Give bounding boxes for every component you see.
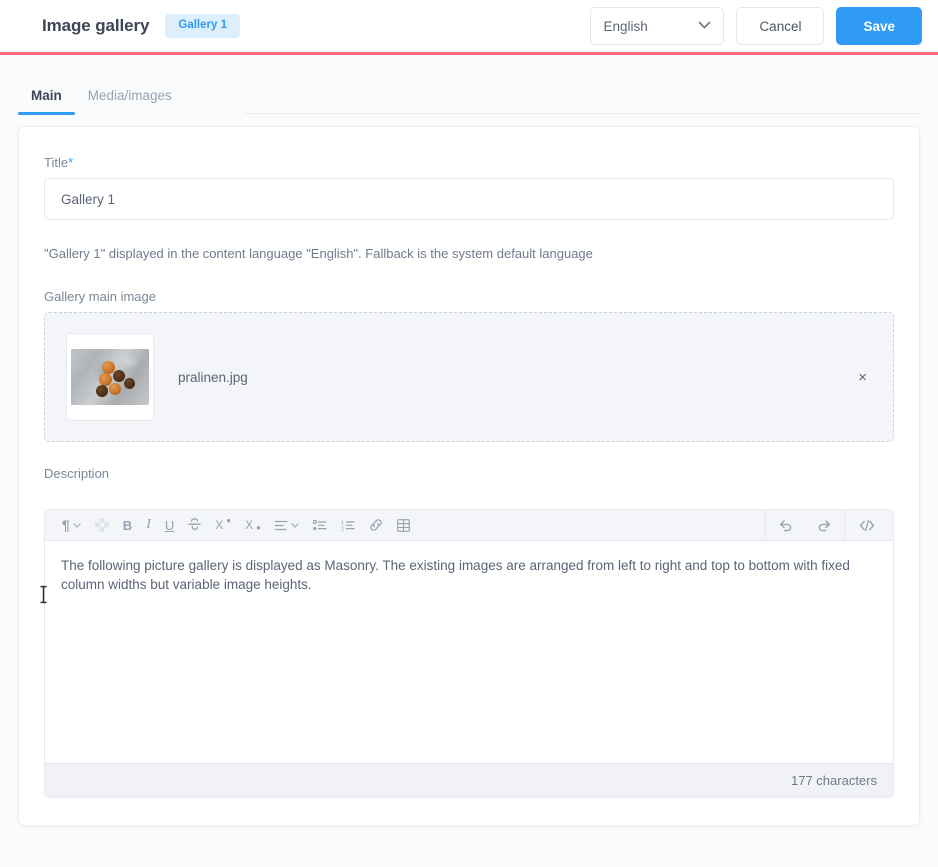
page-header: Image gallery Gallery 1 English Cancel S… [0,0,938,52]
chevron-down-icon [698,20,711,32]
superscript-icon[interactable]: X ● [208,517,238,532]
cancel-button[interactable]: Cancel [736,7,825,45]
header-actions: English Cancel Save [590,7,922,45]
main-image-label: Gallery main image [44,289,156,304]
strikethrough-icon[interactable] [181,518,208,532]
description-label: Description [44,466,110,481]
subscript-icon[interactable]: X ● [238,519,268,532]
status-badge: Gallery 1 [165,14,240,38]
character-count: 177 characters [791,773,877,788]
editor-footer: 177 characters [45,763,893,797]
table-icon[interactable] [390,518,417,532]
tab-bar: Main Media/images [0,55,938,115]
description-text-area[interactable]: The following picture gallery is display… [45,541,893,763]
redo-icon[interactable] [805,519,844,532]
svg-text:1: 1 [341,520,344,526]
bullet-list-icon[interactable] [306,519,334,531]
language-select[interactable]: English [590,7,725,45]
tab-bar-underline [242,113,920,114]
bold-icon[interactable]: B [116,519,139,532]
page-title: Image gallery [42,16,150,35]
image-file-name: pralinen.jpg [178,369,248,385]
language-select-value: English [603,18,648,34]
italic-icon[interactable]: I [139,518,158,532]
svg-text:2: 2 [341,526,344,530]
link-icon[interactable] [362,518,390,532]
title-input[interactable]: Gallery 1 [44,178,894,220]
tab-main[interactable]: Main [18,88,75,115]
align-icon[interactable] [268,520,306,531]
source-code-icon[interactable] [845,519,889,532]
remove-image-button[interactable]: × [852,365,873,390]
tab-media-images[interactable]: Media/images [75,88,185,115]
title-field-label: Title* [44,155,894,170]
required-marker: * [68,155,74,170]
paragraph-style-icon[interactable]: ¶ [55,518,88,532]
numbered-list-icon[interactable]: 1 2 [334,520,362,531]
title-help-text: "Gallery 1" displayed in the content lan… [44,246,593,261]
title-label-text: Title [44,155,69,170]
save-button[interactable]: Save [836,7,922,45]
title-input-value: Gallery 1 [61,191,116,207]
undo-icon[interactable] [766,519,805,532]
clear-formatting-icon[interactable] [88,518,116,532]
underline-icon[interactable]: U [158,519,181,532]
form-card: Title* Gallery 1 "Gallery 1" displayed i… [18,126,920,826]
praline-photo [71,349,149,405]
editor-toolbar: ¶ B I U X ● X ● 1 2 [45,510,893,541]
image-dropzone[interactable]: pralinen.jpg × [44,312,894,442]
description-paragraph: The following picture gallery is display… [61,558,850,592]
image-thumbnail[interactable] [66,333,154,421]
description-editor: ¶ B I U X ● X ● 1 2 The following pictur… [44,509,894,798]
